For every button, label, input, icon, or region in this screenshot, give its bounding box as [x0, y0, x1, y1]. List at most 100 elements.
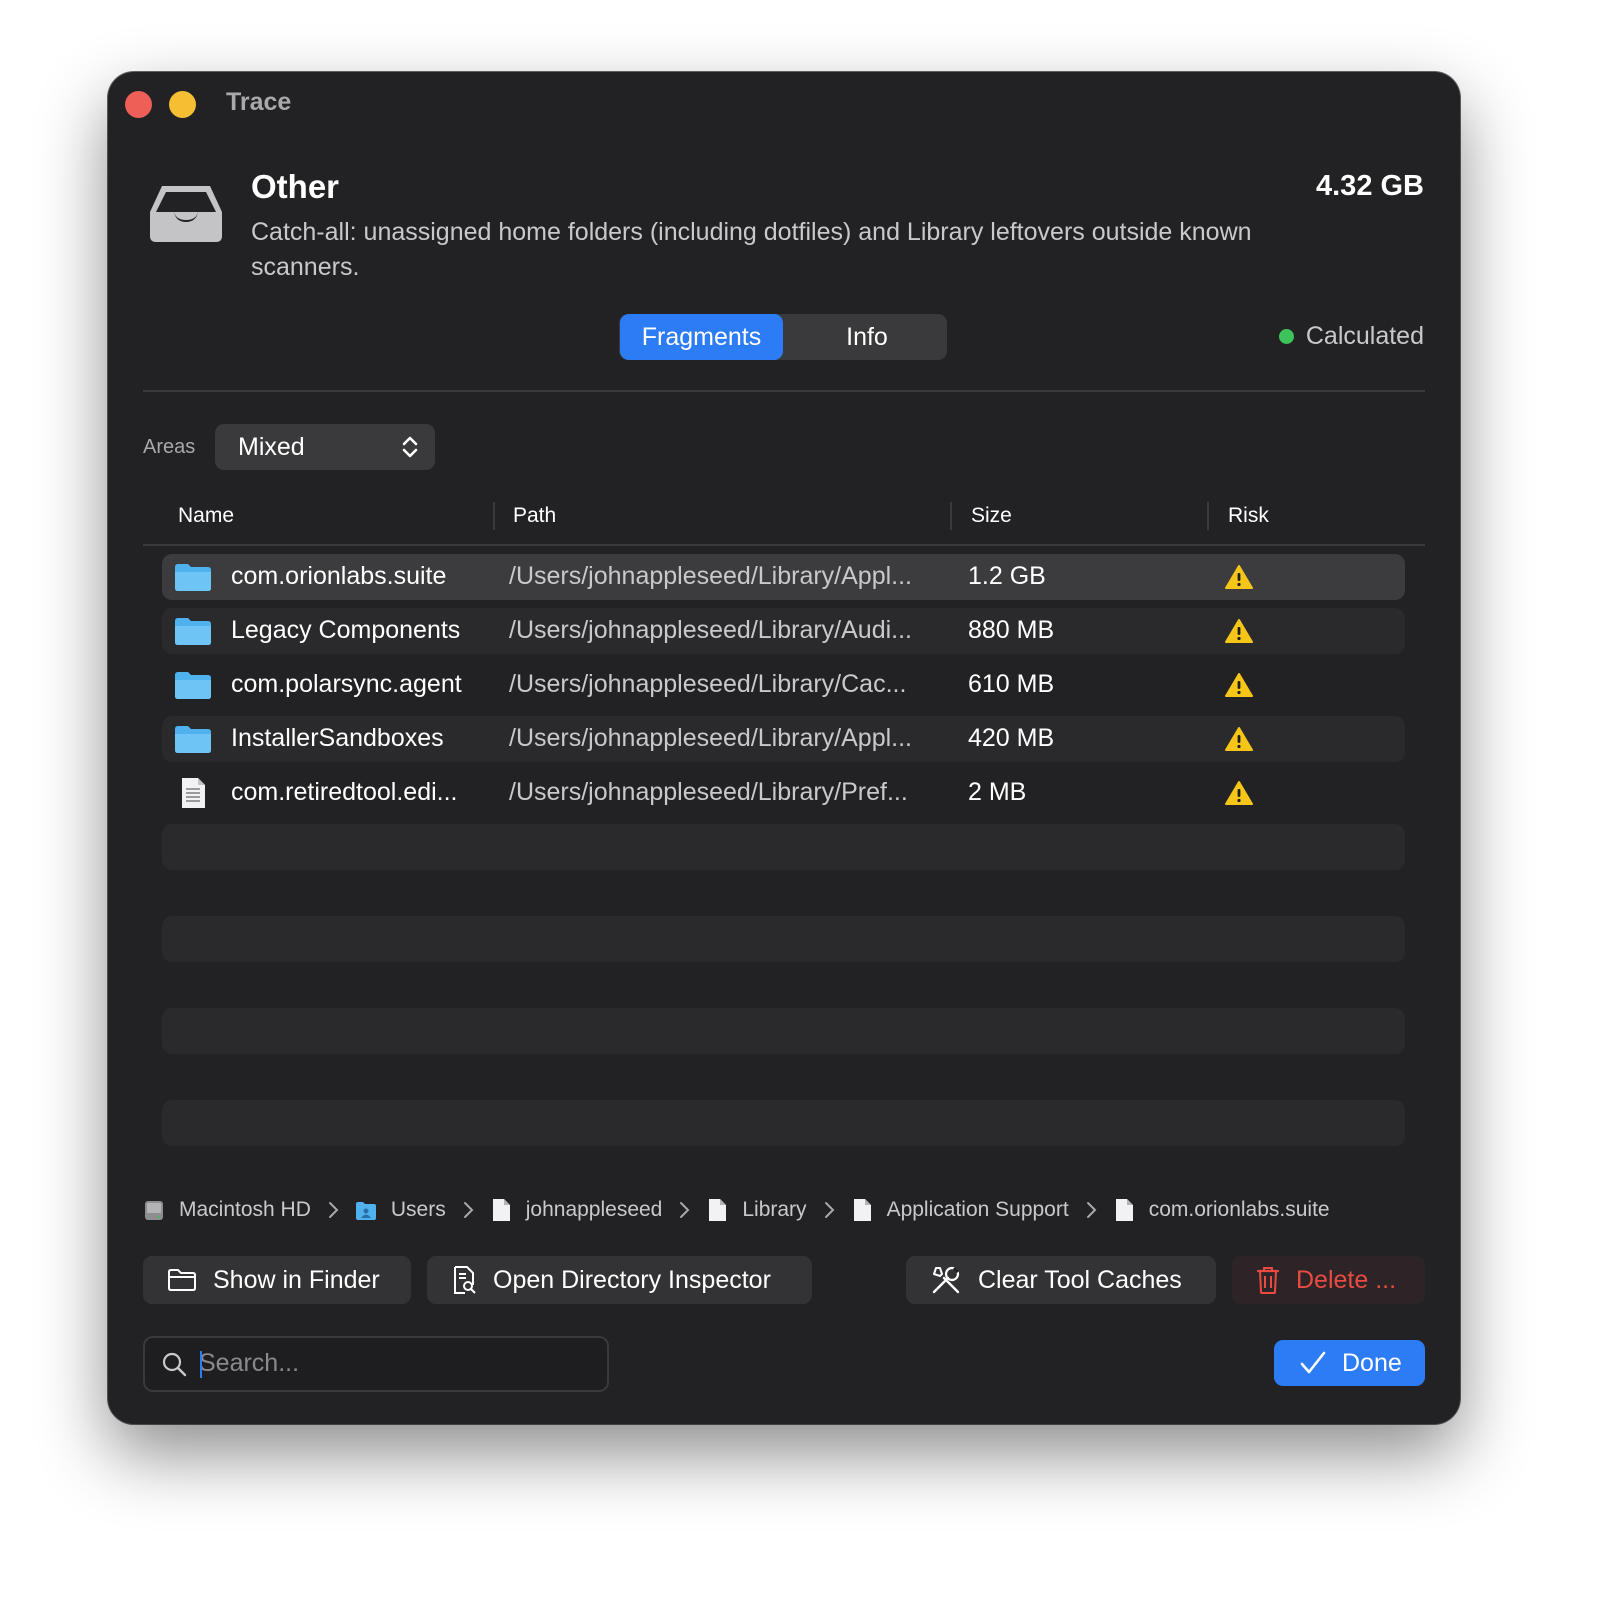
text-caret — [200, 1351, 202, 1378]
status-dot-icon — [1278, 329, 1294, 344]
search-input[interactable] — [199, 1346, 579, 1380]
delete-label: Delete ... — [1296, 1265, 1397, 1294]
row-name: Legacy Components — [231, 616, 461, 644]
show-in-finder-label: Show in Finder — [213, 1265, 380, 1294]
column-separator[interactable] — [950, 502, 952, 530]
breadcrumb-label: johnappleseed — [525, 1198, 663, 1221]
disk-icon — [145, 1201, 163, 1220]
chevron-up-down-icon — [402, 436, 418, 458]
warning-icon — [1225, 781, 1253, 805]
breadcrumb-label: Library — [742, 1198, 807, 1221]
chevron-right-icon — [463, 1202, 474, 1218]
folder-icon — [175, 618, 211, 645]
warning-icon — [1225, 565, 1253, 589]
tab-info[interactable]: Info — [787, 314, 947, 360]
table-row[interactable]: InstallerSandboxes /Users/johnappleseed/… — [162, 716, 1405, 762]
wrench-screwdriver-icon — [932, 1266, 960, 1294]
breadcrumb-label: Application Support — [886, 1198, 1069, 1221]
breadcrumb-label: Users — [390, 1198, 446, 1221]
breadcrumb-item-library[interactable]: Library — [706, 1198, 807, 1222]
row-name: InstallerSandboxes — [231, 724, 444, 752]
column-header-size[interactable]: Size — [971, 504, 1012, 528]
search-icon — [162, 1352, 187, 1377]
breadcrumb-item-application-support[interactable]: Application Support — [851, 1198, 1069, 1222]
folder-icon — [175, 564, 211, 591]
breadcrumb-label: com.orionlabs.suite — [1148, 1198, 1330, 1221]
row-size: 1.2 GB — [968, 562, 1046, 590]
open-directory-inspector-button[interactable]: Open Directory Inspector — [427, 1256, 812, 1304]
table-row[interactable]: com.orionlabs.suite /Users/johnappleseed… — [162, 554, 1405, 600]
clear-tool-caches-button[interactable]: Clear Tool Caches — [906, 1256, 1216, 1304]
chevron-right-icon — [680, 1202, 690, 1218]
title-bar: Trace — [108, 72, 1460, 136]
row-path: /Users/johnappleseed/Library/Appl... — [509, 724, 913, 752]
row-path: /Users/johnappleseed/Library/Appl... — [509, 562, 913, 590]
column-header-risk[interactable]: Risk — [1228, 504, 1269, 528]
document-icon — [853, 1199, 871, 1221]
trash-icon — [1256, 1267, 1280, 1294]
document-magnifier-icon — [454, 1266, 476, 1294]
chevron-right-icon — [824, 1202, 834, 1218]
checkmark-icon — [1300, 1351, 1326, 1374]
column-header-name[interactable]: Name — [178, 504, 234, 528]
row-name: com.orionlabs.suite — [231, 562, 447, 590]
row-size: 420 MB — [968, 724, 1055, 752]
row-name: com.retiredtool.edi... — [231, 778, 458, 806]
breadcrumb-item-johnappleseed[interactable]: johnappleseed — [490, 1198, 663, 1222]
done-label: Done — [1342, 1348, 1402, 1377]
breadcrumb-label: Macintosh HD — [179, 1198, 311, 1221]
delete-button[interactable]: Delete ... — [1232, 1256, 1425, 1304]
path-breadcrumb: Macintosh HD Users johnappleseed Library… — [143, 1194, 1330, 1226]
row-size: 2 MB — [968, 778, 1027, 806]
row-path: /Users/johnappleseed/Library/Cac... — [509, 670, 907, 698]
folder-icon — [355, 1202, 376, 1220]
table-header: Name Path Size Risk — [143, 500, 1425, 546]
document-icon — [1115, 1199, 1133, 1221]
calculation-status: Calculated — [1278, 322, 1424, 351]
search-field[interactable] — [143, 1336, 609, 1392]
column-separator[interactable] — [493, 502, 495, 530]
breadcrumb-item-users[interactable]: Users — [355, 1198, 446, 1222]
empty-row — [162, 1008, 1405, 1054]
empty-row — [162, 824, 1405, 870]
close-window-button[interactable] — [125, 91, 152, 118]
empty-row — [162, 1100, 1405, 1146]
category-size: 4.32 GB — [1316, 170, 1424, 202]
areas-selected-value: Mixed — [238, 433, 305, 461]
table-row[interactable]: com.polarsync.agent /Users/johnappleseed… — [162, 662, 1405, 708]
areas-label: Areas — [143, 436, 196, 458]
header-divider — [143, 390, 1425, 392]
column-separator[interactable] — [1207, 502, 1209, 530]
tray-icon — [150, 186, 222, 242]
folder-icon — [175, 672, 211, 699]
table-row[interactable]: com.retiredtool.edi... /Users/johnapples… — [162, 770, 1405, 816]
row-path: /Users/johnappleseed/Library/Audi... — [509, 616, 913, 644]
column-header-path[interactable]: Path — [513, 504, 556, 528]
document-icon — [182, 778, 205, 808]
tab-fragments[interactable]: Fragments — [620, 314, 783, 360]
app-window: Trace Other Catch-all: unassigned home f… — [108, 72, 1460, 1424]
chevron-right-icon — [1086, 1202, 1097, 1218]
warning-icon — [1225, 619, 1253, 643]
warning-icon — [1225, 673, 1253, 697]
done-button[interactable]: Done — [1274, 1340, 1425, 1386]
breadcrumb-item-com-orionlabs-suite[interactable]: com.orionlabs.suite — [1113, 1198, 1330, 1222]
show-in-finder-button[interactable]: Show in Finder — [143, 1256, 411, 1304]
empty-row — [162, 916, 1405, 962]
warning-icon — [1225, 727, 1253, 751]
minimize-window-button[interactable] — [169, 91, 196, 118]
breadcrumb-item-macintosh-hd[interactable]: Macintosh HD — [143, 1198, 311, 1222]
document-icon — [492, 1199, 510, 1221]
category-description: Catch-all: unassigned home folders (incl… — [251, 218, 1252, 281]
category-title: Other — [251, 168, 340, 205]
areas-select[interactable]: Mixed — [215, 424, 435, 470]
folder-icon — [175, 726, 211, 753]
row-path: /Users/johnappleseed/Library/Pref... — [509, 778, 908, 806]
chevron-right-icon — [328, 1202, 339, 1218]
table-row[interactable]: Legacy Components /Users/johnappleseed/L… — [162, 608, 1405, 654]
status-label: Calculated — [1305, 322, 1424, 350]
folder-outline-icon — [168, 1269, 196, 1291]
clear-tool-caches-label: Clear Tool Caches — [978, 1265, 1182, 1294]
window-title: Trace — [226, 88, 292, 116]
document-icon — [709, 1199, 727, 1221]
